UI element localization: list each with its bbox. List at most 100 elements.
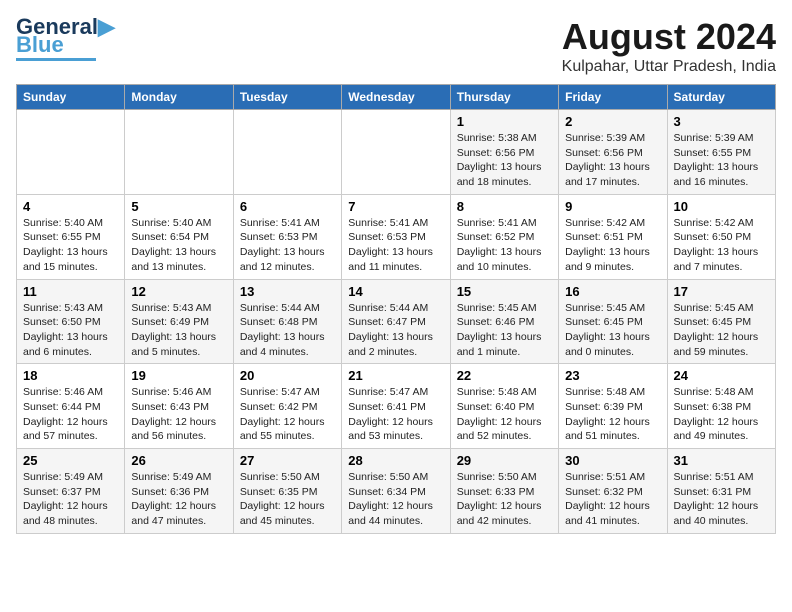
calendar-cell: 13 Sunrise: 5:44 AM Sunset: 6:48 PM Dayli… bbox=[233, 279, 341, 364]
calendar-cell: 3 Sunrise: 5:39 AM Sunset: 6:55 PM Daylig… bbox=[667, 110, 775, 195]
weekday-header-wednesday: Wednesday bbox=[342, 85, 450, 110]
weekday-header-sunday: Sunday bbox=[17, 85, 125, 110]
day-number: 20 bbox=[240, 368, 335, 383]
logo-line bbox=[16, 58, 96, 61]
day-info: Sunrise: 5:41 AM Sunset: 6:52 PM Dayligh… bbox=[457, 216, 552, 275]
day-number: 17 bbox=[674, 284, 769, 299]
calendar-header: SundayMondayTuesdayWednesdayThursdayFrid… bbox=[17, 85, 776, 110]
day-number: 16 bbox=[565, 284, 660, 299]
day-info: Sunrise: 5:48 AM Sunset: 6:40 PM Dayligh… bbox=[457, 385, 552, 444]
day-number: 29 bbox=[457, 453, 552, 468]
calendar-cell: 18 Sunrise: 5:46 AM Sunset: 6:44 PM Dayli… bbox=[17, 364, 125, 449]
calendar-cell: 15 Sunrise: 5:45 AM Sunset: 6:46 PM Dayli… bbox=[450, 279, 558, 364]
day-number: 26 bbox=[131, 453, 226, 468]
day-number: 21 bbox=[348, 368, 443, 383]
calendar-cell: 2 Sunrise: 5:39 AM Sunset: 6:56 PM Daylig… bbox=[559, 110, 667, 195]
calendar-cell: 19Sunrise: 5:46 AM Sunset: 6:43 PM Dayli… bbox=[125, 364, 233, 449]
subtitle: Kulpahar, Uttar Pradesh, India bbox=[562, 58, 776, 76]
day-info: Sunrise: 5:41 AM Sunset: 6:53 PM Dayligh… bbox=[348, 216, 443, 275]
calendar-cell: 10Sunrise: 5:42 AM Sunset: 6:50 PM Dayli… bbox=[667, 194, 775, 279]
day-info: Sunrise: 5:41 AM Sunset: 6:53 PM Dayligh… bbox=[240, 216, 335, 275]
day-number: 22 bbox=[457, 368, 552, 383]
day-number: 28 bbox=[348, 453, 443, 468]
day-number: 23 bbox=[565, 368, 660, 383]
day-info: Sunrise: 5:40 AM Sunset: 6:54 PM Dayligh… bbox=[131, 216, 226, 275]
day-info: Sunrise: 5:45 AM Sunset: 6:46 PM Dayligh… bbox=[457, 301, 552, 360]
calendar-cell bbox=[17, 110, 125, 195]
day-info: Sunrise: 5:45 AM Sunset: 6:45 PM Dayligh… bbox=[674, 301, 769, 360]
day-info: Sunrise: 5:49 AM Sunset: 6:37 PM Dayligh… bbox=[23, 470, 118, 529]
weekday-header-monday: Monday bbox=[125, 85, 233, 110]
calendar-cell: 26 Sunrise: 5:49 AM Sunset: 6:36 PM Dayli… bbox=[125, 449, 233, 534]
day-number: 2 bbox=[565, 114, 660, 129]
calendar-cell bbox=[342, 110, 450, 195]
weekday-header-row: SundayMondayTuesdayWednesdayThursdayFrid… bbox=[17, 85, 776, 110]
day-number: 3 bbox=[674, 114, 769, 129]
day-info: Sunrise: 5:38 AM Sunset: 6:56 PM Dayligh… bbox=[457, 131, 552, 190]
calendar-cell: 25 Sunrise: 5:49 AM Sunset: 6:37 PM Dayli… bbox=[17, 449, 125, 534]
weekday-header-friday: Friday bbox=[559, 85, 667, 110]
calendar-cell: 9 Sunrise: 5:42 AM Sunset: 6:51 PM Daylig… bbox=[559, 194, 667, 279]
day-info: Sunrise: 5:44 AM Sunset: 6:48 PM Dayligh… bbox=[240, 301, 335, 360]
header: General▶ Blue August 2024 Kulpahar, Utta… bbox=[16, 16, 776, 76]
day-number: 8 bbox=[457, 199, 552, 214]
weekday-header-thursday: Thursday bbox=[450, 85, 558, 110]
calendar-week-1: 1Sunrise: 5:38 AM Sunset: 6:56 PM Daylig… bbox=[17, 110, 776, 195]
calendar-cell: 12 Sunrise: 5:43 AM Sunset: 6:49 PM Dayli… bbox=[125, 279, 233, 364]
day-number: 27 bbox=[240, 453, 335, 468]
day-info: Sunrise: 5:48 AM Sunset: 6:38 PM Dayligh… bbox=[674, 385, 769, 444]
calendar-cell: 20 Sunrise: 5:47 AM Sunset: 6:42 PM Dayli… bbox=[233, 364, 341, 449]
day-number: 13 bbox=[240, 284, 335, 299]
day-info: Sunrise: 5:48 AM Sunset: 6:39 PM Dayligh… bbox=[565, 385, 660, 444]
day-number: 7 bbox=[348, 199, 443, 214]
calendar-week-5: 25 Sunrise: 5:49 AM Sunset: 6:37 PM Dayli… bbox=[17, 449, 776, 534]
day-info: Sunrise: 5:46 AM Sunset: 6:44 PM Dayligh… bbox=[23, 385, 118, 444]
day-info: Sunrise: 5:51 AM Sunset: 6:31 PM Dayligh… bbox=[674, 470, 769, 529]
weekday-header-saturday: Saturday bbox=[667, 85, 775, 110]
calendar-cell: 4 Sunrise: 5:40 AM Sunset: 6:55 PM Daylig… bbox=[17, 194, 125, 279]
day-number: 30 bbox=[565, 453, 660, 468]
day-info: Sunrise: 5:40 AM Sunset: 6:55 PM Dayligh… bbox=[23, 216, 118, 275]
day-number: 19 bbox=[131, 368, 226, 383]
calendar-table: SundayMondayTuesdayWednesdayThursdayFrid… bbox=[16, 84, 776, 534]
calendar-cell bbox=[125, 110, 233, 195]
day-number: 24 bbox=[674, 368, 769, 383]
day-info: Sunrise: 5:45 AM Sunset: 6:45 PM Dayligh… bbox=[565, 301, 660, 360]
weekday-header-tuesday: Tuesday bbox=[233, 85, 341, 110]
calendar-cell: 27 Sunrise: 5:50 AM Sunset: 6:35 PM Dayli… bbox=[233, 449, 341, 534]
day-number: 6 bbox=[240, 199, 335, 214]
day-info: Sunrise: 5:39 AM Sunset: 6:55 PM Dayligh… bbox=[674, 131, 769, 190]
day-number: 10 bbox=[674, 199, 769, 214]
day-info: Sunrise: 5:47 AM Sunset: 6:41 PM Dayligh… bbox=[348, 385, 443, 444]
day-number: 15 bbox=[457, 284, 552, 299]
calendar-cell: 22 Sunrise: 5:48 AM Sunset: 6:40 PM Dayli… bbox=[450, 364, 558, 449]
day-number: 12 bbox=[131, 284, 226, 299]
day-info: Sunrise: 5:42 AM Sunset: 6:51 PM Dayligh… bbox=[565, 216, 660, 275]
day-number: 18 bbox=[23, 368, 118, 383]
day-number: 9 bbox=[565, 199, 660, 214]
day-info: Sunrise: 5:49 AM Sunset: 6:36 PM Dayligh… bbox=[131, 470, 226, 529]
day-number: 25 bbox=[23, 453, 118, 468]
day-info: Sunrise: 5:43 AM Sunset: 6:49 PM Dayligh… bbox=[131, 301, 226, 360]
logo: General▶ Blue bbox=[16, 16, 115, 61]
calendar-cell: 17 Sunrise: 5:45 AM Sunset: 6:45 PM Dayli… bbox=[667, 279, 775, 364]
calendar-cell: 14 Sunrise: 5:44 AM Sunset: 6:47 PM Dayli… bbox=[342, 279, 450, 364]
day-info: Sunrise: 5:47 AM Sunset: 6:42 PM Dayligh… bbox=[240, 385, 335, 444]
main-title: August 2024 bbox=[562, 16, 776, 58]
calendar-cell: 24 Sunrise: 5:48 AM Sunset: 6:38 PM Dayli… bbox=[667, 364, 775, 449]
day-number: 4 bbox=[23, 199, 118, 214]
day-info: Sunrise: 5:44 AM Sunset: 6:47 PM Dayligh… bbox=[348, 301, 443, 360]
day-info: Sunrise: 5:51 AM Sunset: 6:32 PM Dayligh… bbox=[565, 470, 660, 529]
day-info: Sunrise: 5:50 AM Sunset: 6:35 PM Dayligh… bbox=[240, 470, 335, 529]
day-number: 31 bbox=[674, 453, 769, 468]
calendar-cell: 31 Sunrise: 5:51 AM Sunset: 6:31 PM Dayli… bbox=[667, 449, 775, 534]
calendar-cell: 30 Sunrise: 5:51 AM Sunset: 6:32 PM Dayli… bbox=[559, 449, 667, 534]
calendar-cell: 16 Sunrise: 5:45 AM Sunset: 6:45 PM Dayli… bbox=[559, 279, 667, 364]
calendar-cell: 23 Sunrise: 5:48 AM Sunset: 6:39 PM Dayli… bbox=[559, 364, 667, 449]
day-info: Sunrise: 5:39 AM Sunset: 6:56 PM Dayligh… bbox=[565, 131, 660, 190]
day-number: 14 bbox=[348, 284, 443, 299]
calendar-cell: 6 Sunrise: 5:41 AM Sunset: 6:53 PM Daylig… bbox=[233, 194, 341, 279]
day-number: 11 bbox=[23, 284, 118, 299]
calendar-cell: 11Sunrise: 5:43 AM Sunset: 6:50 PM Dayli… bbox=[17, 279, 125, 364]
calendar-cell: 29Sunrise: 5:50 AM Sunset: 6:33 PM Dayli… bbox=[450, 449, 558, 534]
